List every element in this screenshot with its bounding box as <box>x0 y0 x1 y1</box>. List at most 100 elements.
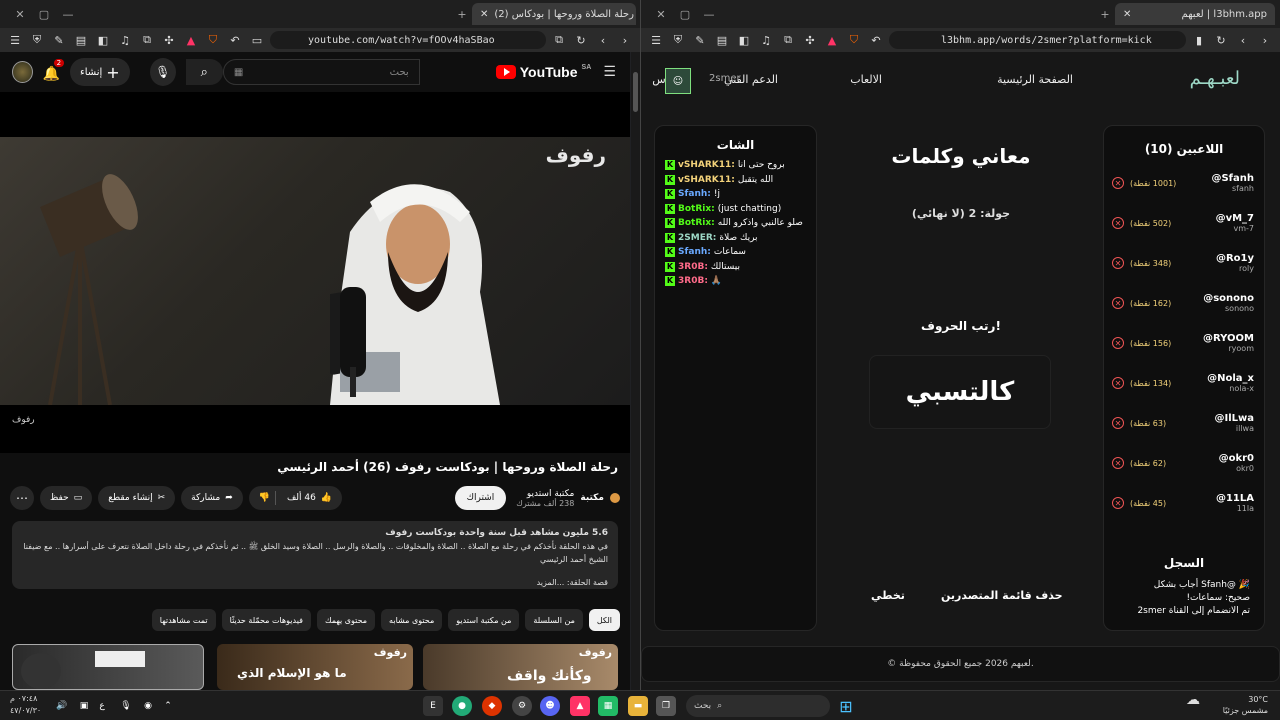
remove-player-icon[interactable]: ✕ <box>1112 457 1124 469</box>
record-icon[interactable]: ◉ <box>138 696 158 716</box>
remove-player-icon[interactable]: ✕ <box>1112 177 1124 189</box>
chip-recent[interactable]: فيديوهات محمّلة حديثًا <box>221 609 311 631</box>
chrome-icon[interactable]: ● <box>452 696 472 716</box>
tray-overflow-icon[interactable]: ⌃ <box>158 696 178 716</box>
new-tab-icon[interactable]: + <box>1093 8 1117 21</box>
remove-player-icon[interactable]: ✕ <box>1112 217 1124 229</box>
screenshot-icon[interactable]: ⧉ <box>779 31 797 49</box>
thumbnail-1[interactable] <box>12 644 204 690</box>
thumbs-down-icon[interactable]: 👎 <box>259 493 270 503</box>
forward-icon[interactable]: › <box>1256 31 1274 49</box>
chip-similar[interactable]: محتوى مشابه <box>381 609 443 631</box>
taskbar-search[interactable]: ⌕ بحث <box>686 695 830 717</box>
tab-youtube[interactable]: ✕ (2) رحلة الصلاة وروحها | بودكاس <box>472 3 636 25</box>
windows-start-icon[interactable]: ⊞ <box>836 696 856 716</box>
language-indicator[interactable]: ع <box>92 696 112 716</box>
share-button[interactable]: ➦ مشاركة <box>181 486 243 510</box>
hamburger-icon[interactable]: ☰ <box>601 63 618 81</box>
skip-button[interactable]: تخطي <box>871 589 905 602</box>
chat-username[interactable]: 2SMER: <box>678 233 716 243</box>
page-scrollbar[interactable] <box>631 52 640 690</box>
mic-tray-icon[interactable]: 🎙 <box>116 696 136 716</box>
remove-player-icon[interactable]: ✕ <box>1112 297 1124 309</box>
clock[interactable]: ٠٧:٤٨ م ٤٧/٠٧/٣٠ <box>10 693 41 717</box>
more-actions-button[interactable]: ⋯ <box>10 486 34 510</box>
clear-leaderboard-button[interactable]: حذف قائمة المتصدرين <box>941 589 1063 602</box>
maximize-icon[interactable]: ▢ <box>673 8 697 21</box>
like-button[interactable]: 👍 46 ألف 👎 <box>248 486 343 510</box>
remove-player-icon[interactable]: ✕ <box>1112 497 1124 509</box>
chat-username[interactable]: BotRix: <box>678 218 715 228</box>
save-button[interactable]: ▭ حفظ <box>40 486 93 510</box>
weather-widget[interactable]: ☁ 30°C مشمس جزئيًا <box>1186 693 1268 716</box>
back-icon[interactable]: ‹ <box>594 31 612 49</box>
tab-l3bhm[interactable]: ✕ لعبهم | l3bhm.app <box>1115 3 1275 25</box>
network-icon[interactable]: ▣ <box>74 696 94 716</box>
puzzle-icon[interactable]: ✣ <box>160 31 178 49</box>
brave-icon[interactable]: ▲ <box>570 696 590 716</box>
bookmark-icon[interactable]: ▤ <box>72 31 90 49</box>
folder-icon[interactable]: ▬ <box>628 696 648 716</box>
close-window-icon[interactable]: ✕ <box>649 8 673 21</box>
description-box[interactable]: 5.6 مليون مشاهد قبل سنة واحدة بودكاست رف… <box>12 521 618 589</box>
bookmark-page-icon[interactable]: ▮ <box>1190 31 1208 49</box>
description-more[interactable]: قصة الحلقة: ...المزيد <box>22 576 608 589</box>
library-logo-icon[interactable] <box>610 493 620 503</box>
sidebar-icon[interactable]: ◧ <box>94 31 112 49</box>
sidebar-icon[interactable]: ◧ <box>735 31 753 49</box>
remove-player-icon[interactable]: ✕ <box>1112 417 1124 429</box>
scrollbar-thumb[interactable] <box>633 72 638 112</box>
maximize-icon[interactable]: ▢ <box>32 8 56 21</box>
chip-all[interactable]: الكل <box>588 609 620 631</box>
music-icon[interactable]: ♫ <box>116 31 134 49</box>
discord-icon[interactable]: ☻ <box>540 696 560 716</box>
task-view-icon[interactable]: ❐ <box>656 696 676 716</box>
extension-icon[interactable]: ✎ <box>691 31 709 49</box>
remove-player-icon[interactable]: ✕ <box>1112 337 1124 349</box>
youtube-logo[interactable]: SA YouTube <box>495 64 591 80</box>
chip-watched[interactable]: تمت مشاهدتها <box>151 609 216 631</box>
back-icon[interactable]: ‹ <box>1234 31 1252 49</box>
store-icon[interactable]: ▦ <box>598 696 618 716</box>
address-bar[interactable]: l3bhm.app/words/2smer?platform=kick <box>889 31 1186 49</box>
site-logo[interactable]: لعبـهـم <box>1190 68 1240 89</box>
screenshot-icon[interactable]: ⧉ <box>138 31 156 49</box>
bookmark-icon[interactable]: ▤ <box>713 31 731 49</box>
chat-username[interactable]: vSHARK11: <box>678 160 735 170</box>
chat-username[interactable]: vSHARK11: <box>678 175 735 185</box>
share-icon[interactable]: ↶ <box>867 31 885 49</box>
thumbnail-3[interactable]: وكأنك واقف رفوف <box>423 644 618 690</box>
remove-player-icon[interactable]: ✕ <box>1112 257 1124 269</box>
tab-close-icon[interactable]: ✕ <box>1123 9 1131 20</box>
video-player[interactable]: رفوف <box>0 137 630 405</box>
channel-info[interactable]: مكتبة استديو 238 ألف مشترك <box>516 489 574 508</box>
reload-icon[interactable]: ↻ <box>572 31 590 49</box>
search-input[interactable]: بحث ▦ <box>222 59 420 85</box>
user-label[interactable]: 2smer <box>709 73 741 84</box>
chat-username[interactable]: Sfanh: <box>678 247 711 257</box>
speaker-icon[interactable]: 🔊 <box>52 696 72 716</box>
extension-icon[interactable]: ✎ <box>50 31 68 49</box>
reload-icon[interactable]: ↻ <box>1212 31 1230 49</box>
brave-rewards-icon[interactable]: ▲ <box>823 31 841 49</box>
remove-player-icon[interactable]: ✕ <box>1112 377 1124 389</box>
menu-icon[interactable]: ☰ <box>6 31 24 49</box>
forward-icon[interactable]: › <box>616 31 634 49</box>
steam-icon[interactable]: ⚙ <box>512 696 532 716</box>
create-button[interactable]: + إنشاء <box>70 58 130 86</box>
keyboard-icon[interactable]: ▦ <box>234 67 243 78</box>
subscribe-button[interactable]: اشتراك <box>454 486 507 510</box>
chip-channel[interactable]: من مكتبة استديو <box>448 609 520 631</box>
thumbnail-2[interactable]: ما هو الإسلام الذي رفوف <box>217 644 413 690</box>
puzzle-icon[interactable]: ✣ <box>801 31 819 49</box>
chat-username[interactable]: 3R0B: <box>678 276 708 286</box>
share-icon[interactable]: ↶ <box>226 31 244 49</box>
clip-button[interactable]: ✂ إنشاء مقطع <box>98 486 176 510</box>
chip-series[interactable]: من السلسلة <box>525 609 583 631</box>
new-tab-icon[interactable]: + <box>450 8 474 21</box>
nav-games[interactable]: الالعاب <box>850 73 882 86</box>
avatar[interactable] <box>12 61 33 83</box>
bookmark-page-icon[interactable]: ⧉ <box>550 31 568 49</box>
close-window-icon[interactable]: ✕ <box>8 8 32 21</box>
chip-for-you[interactable]: محتوى يهمك <box>316 609 376 631</box>
